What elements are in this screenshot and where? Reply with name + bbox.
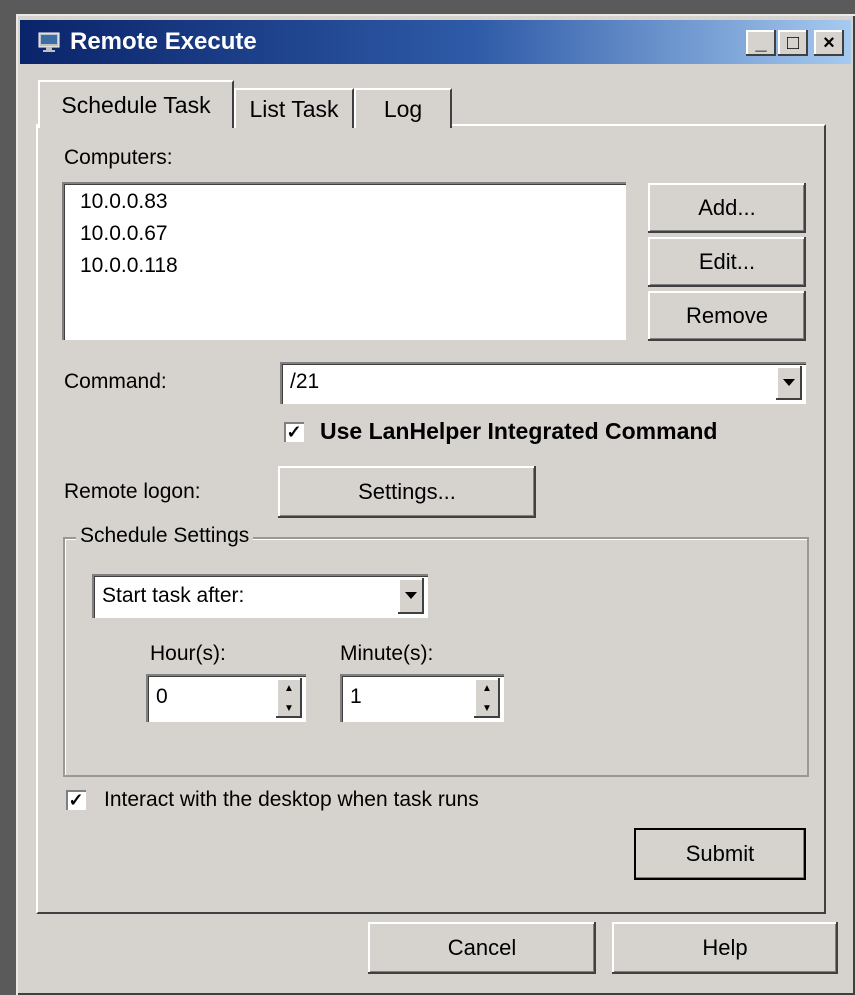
command-value: /21 [290,370,320,393]
interact-desktop-label: Interact with the desktop when task runs [104,788,479,811]
edit-button-label: Edit... [698,249,756,274]
schedule-mode-select[interactable]: Start task after: [92,574,428,618]
checkmark-icon: ✓ [286,421,302,442]
close-icon: × [823,31,835,54]
tab-list-task[interactable]: List Task [234,88,354,128]
minutes-label: Minute(s): [340,642,434,665]
help-button[interactable]: Help [612,922,838,974]
command-combobox[interactable]: /21 [280,362,806,404]
spin-down-icon[interactable]: ▼ [474,698,500,718]
spin-up-icon[interactable]: ▲ [474,678,500,698]
title-bar[interactable]: Remote Execute _ □ × [20,20,851,64]
list-item[interactable]: 10.0.0.83 [80,190,168,214]
minutes-spinbox[interactable]: 1 ▲ ▼ [340,674,504,722]
settings-button-label: Settings... [358,479,456,504]
remote-logon-settings-button[interactable]: Settings... [278,466,536,518]
spin-down-icon[interactable]: ▼ [276,698,302,718]
hours-value: 0 [156,685,168,708]
remote-logon-label: Remote logon: [64,480,201,503]
integrated-command-label: Use LanHelper Integrated Command [320,418,718,444]
window-title: Remote Execute [70,28,257,55]
tab-log-label: Log [383,95,423,122]
help-button-label: Help [702,935,748,960]
hours-label: Hour(s): [150,642,226,665]
minimize-icon: _ [755,31,767,54]
schedule-mode-value: Start task after: [102,584,245,607]
tab-log[interactable]: Log [354,88,452,128]
list-item[interactable]: 10.0.0.67 [80,222,168,246]
maximize-icon: □ [786,31,800,54]
close-button[interactable]: × [814,30,844,56]
checkmark-icon: ✓ [68,789,84,810]
cancel-button[interactable]: Cancel [368,922,596,974]
minutes-value: 1 [350,685,362,708]
chevron-down-icon [405,592,417,599]
minutes-spin-buttons[interactable]: ▲ ▼ [474,678,500,718]
submit-button[interactable]: Submit [634,828,806,880]
minimize-button[interactable]: _ [746,30,776,56]
cancel-button-label: Cancel [447,935,517,960]
tab-schedule-task[interactable]: Schedule Task [38,80,234,128]
computers-label: Computers: [64,146,173,169]
submit-button-label: Submit [685,841,755,866]
app-icon [38,32,60,52]
add-computer-button[interactable]: Add... [648,183,806,233]
command-dropdown-button[interactable] [776,366,802,400]
schedule-mode-dropdown-button[interactable] [398,578,424,614]
remove-computer-button[interactable]: Remove [648,291,806,341]
tab-list-task-label: List Task [249,95,339,122]
command-label: Command: [64,370,167,393]
integrated-command-checkbox[interactable]: ✓ [284,422,304,442]
chevron-down-icon [783,379,795,386]
maximize-button[interactable]: □ [778,30,808,56]
edit-computer-button[interactable]: Edit... [648,237,806,287]
hours-spin-buttons[interactable]: ▲ ▼ [276,678,302,718]
remove-button-label: Remove [686,303,768,328]
add-button-label: Add... [698,195,756,220]
hours-spinbox[interactable]: 0 ▲ ▼ [146,674,306,722]
list-item[interactable]: 10.0.0.118 [80,254,178,278]
computers-list[interactable]: 10.0.0.83 10.0.0.67 10.0.0.118 [62,182,626,340]
schedule-settings-title: Schedule Settings [76,524,254,548]
tab-schedule-task-label: Schedule Task [61,91,211,118]
spin-up-icon[interactable]: ▲ [276,678,302,698]
interact-desktop-checkbox[interactable]: ✓ [66,790,86,810]
